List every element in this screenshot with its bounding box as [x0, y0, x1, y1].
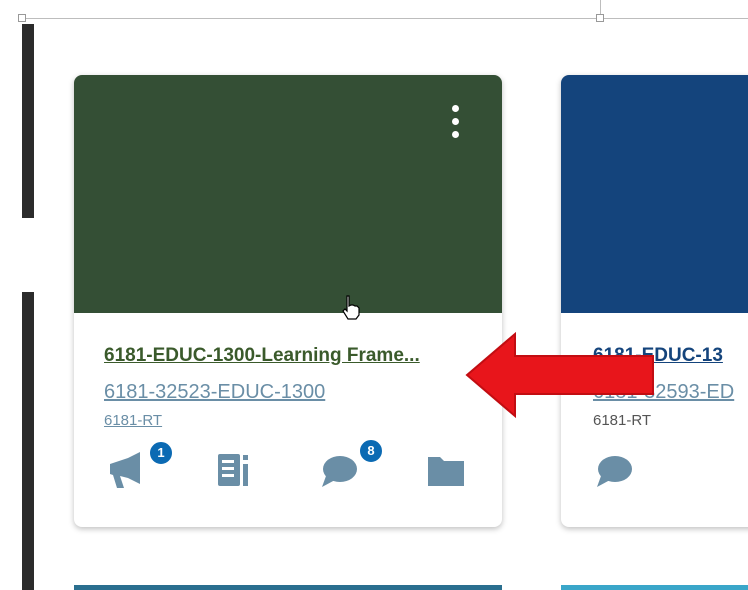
course-card[interactable]: 6181-EDUC-13 6181-32593-ED 6181-RT — [561, 75, 748, 527]
discussion-icon — [322, 456, 357, 487]
course-actions — [561, 450, 748, 500]
course-card-hero[interactable] — [74, 75, 502, 313]
discussion-icon — [597, 456, 632, 487]
red-pointer-arrow — [465, 330, 655, 420]
course-title-link[interactable]: 6181-EDUC-1300-Learning Frame... — [104, 345, 474, 367]
next-card-edge — [561, 585, 748, 590]
selection-guide-line — [22, 18, 748, 19]
resize-handle[interactable] — [596, 14, 604, 22]
course-options-kebab-icon[interactable] — [450, 105, 460, 141]
discussions-button[interactable]: 8 — [318, 438, 384, 490]
left-frame-bar — [22, 292, 34, 590]
files-button[interactable] — [424, 450, 468, 490]
course-term-link[interactable]: 6181-RT — [104, 412, 162, 429]
course-card[interactable]: 6181-EDUC-1300-Learning Frame... 6181-32… — [74, 75, 502, 527]
course-card-hero[interactable] — [561, 75, 748, 313]
hand-cursor-icon — [340, 294, 362, 320]
megaphone-icon — [110, 452, 140, 488]
assignments-button[interactable] — [212, 450, 256, 490]
announcements-button[interactable]: 1 — [106, 440, 174, 490]
assignments-icon — [218, 454, 248, 486]
notification-badge: 1 — [148, 440, 174, 466]
resize-handle[interactable] — [18, 14, 26, 22]
course-code-link[interactable]: 6181-32523-EDUC-1300 — [104, 381, 325, 404]
notification-badge: 8 — [358, 438, 384, 464]
discussions-button[interactable] — [593, 450, 637, 490]
course-actions: 1 8 — [74, 438, 502, 500]
folder-icon — [428, 457, 464, 486]
next-card-edge — [74, 585, 502, 590]
left-frame-bar — [22, 24, 34, 218]
arrow-left-icon — [465, 331, 654, 419]
